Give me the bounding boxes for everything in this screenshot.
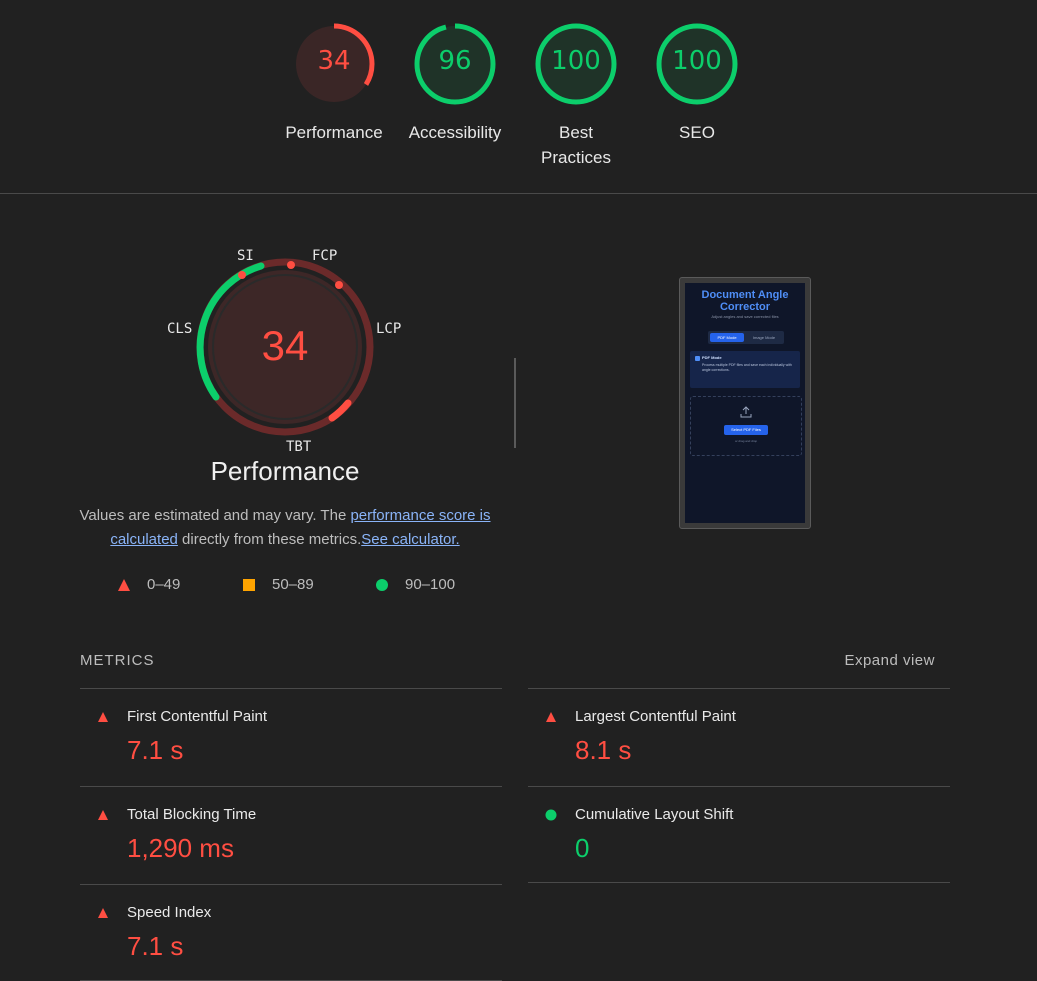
legend-range: 50–89: [272, 576, 314, 593]
tag-tbt: TBT: [286, 439, 312, 455]
screenshot-card-text: Process multiple PDF files and save each…: [702, 363, 792, 372]
screenshot-title: Document Angle Corrector: [701, 289, 789, 313]
screenshot-tabs: PDF Mode Image Mode: [708, 331, 784, 344]
gauge-label: SEO: [679, 123, 715, 142]
tag-cls: CLS: [167, 321, 193, 337]
screenshot-select-button: Select PDF Files: [724, 425, 768, 435]
triangle-icon: [98, 810, 108, 820]
performance-title: Performance: [210, 456, 360, 486]
gauge-performance[interactable]: 34 Performance: [279, 22, 389, 145]
final-screenshot[interactable]: Document Angle Corrector Adjust angles a…: [679, 277, 811, 529]
metric-name: Total Blocking Time: [127, 806, 257, 823]
metric-name: Cumulative Layout Shift: [575, 806, 734, 823]
screenshot-tab-pdf: PDF Mode: [710, 333, 744, 342]
gauge-label: Accessibility: [408, 123, 502, 142]
gauge-label: Performance: [285, 123, 383, 142]
legend-range: 0–49: [147, 576, 181, 593]
triangle-icon: [98, 908, 108, 918]
screenshot-content: Document Angle Corrector Adjust angles a…: [685, 283, 805, 523]
fcp-dot: [287, 261, 295, 269]
screenshot-tab-image: Image Mode: [752, 335, 776, 340]
gauge-score: 34: [317, 46, 351, 76]
legend-pass: 90–100: [375, 576, 455, 593]
legend-average: 50–89: [242, 576, 314, 593]
metric-value: 8.1 s: [575, 735, 632, 765]
metric-value: 1,290 ms: [127, 833, 234, 863]
gauge-seo[interactable]: 100 SEO: [642, 22, 752, 145]
triangle-icon: [98, 712, 108, 722]
score-description: Values are estimated and may vary. The p…: [70, 504, 500, 552]
metric-lcp[interactable]: Largest Contentful Paint 8.1 s: [528, 688, 950, 786]
gauge-score: 100: [672, 46, 722, 76]
screenshot-drop-hint: or drag and drop: [734, 439, 758, 443]
gauge-accessibility[interactable]: 96 Accessibility: [400, 22, 510, 145]
description-mid: directly from these metrics.: [177, 531, 362, 548]
screenshot-dropzone: Select PDF Files or drag and drop: [690, 396, 802, 456]
metric-si[interactable]: Speed Index 7.1 s: [80, 884, 502, 981]
metric-name: Speed Index: [127, 904, 212, 921]
gauge-best-practices[interactable]: 100 Best Practices: [521, 22, 631, 170]
metric-value: 0: [575, 833, 590, 863]
expand-view-toggle[interactable]: Expand view: [844, 652, 935, 669]
tag-fcp: FCP: [312, 248, 338, 264]
circle-icon: [376, 578, 388, 591]
metric-cls[interactable]: Cumulative Layout Shift 0: [528, 786, 950, 883]
gauge-label: Best Practices: [541, 123, 611, 167]
vertical-divider: [514, 358, 516, 448]
metrics-column-left: First Contentful Paint 7.1 s Total Block…: [80, 688, 502, 981]
tag-si: SI: [237, 248, 254, 264]
legend-fail: 0–49: [117, 576, 180, 593]
tag-lcp: LCP: [376, 321, 402, 337]
metrics-column-right: Largest Contentful Paint 8.1 s Cumulativ…: [528, 688, 950, 883]
lcp-dot: [335, 281, 343, 289]
circle-icon: [545, 809, 557, 821]
metric-fcp[interactable]: First Contentful Paint 7.1 s: [80, 688, 502, 786]
screenshot-card-title: PDF Mode: [702, 355, 722, 360]
info-icon: [695, 356, 700, 361]
legend-range: 90–100: [405, 576, 456, 593]
metric-tbt[interactable]: Total Blocking Time 1,290 ms: [80, 786, 502, 884]
metric-name: Largest Contentful Paint: [575, 708, 736, 725]
description-prefix: Values are estimated and may vary. The: [79, 507, 351, 524]
metrics-heading: METRICS: [80, 652, 155, 669]
screenshot-info-card: PDF Mode Process multiple PDF files and …: [690, 351, 800, 388]
screenshot-subtitle: Adjust angles and save corrected files: [711, 314, 779, 319]
si-dot: [238, 271, 246, 279]
triangle-icon: [118, 578, 130, 591]
gauge-score: 96: [438, 46, 472, 76]
square-icon: [243, 578, 255, 591]
metric-name: First Contentful Paint: [127, 708, 268, 725]
metric-value: 7.1 s: [127, 735, 184, 765]
gauge-score: 100: [551, 46, 601, 76]
performance-score: 34: [261, 322, 309, 369]
metric-value: 7.1 s: [127, 931, 184, 961]
triangle-icon: [546, 712, 556, 722]
category-gauges: 34 Performance 96 Accessibility 100 Best…: [0, 0, 1037, 194]
see-calculator-link[interactable]: See calculator.: [361, 531, 459, 548]
upload-icon: [740, 406, 752, 418]
